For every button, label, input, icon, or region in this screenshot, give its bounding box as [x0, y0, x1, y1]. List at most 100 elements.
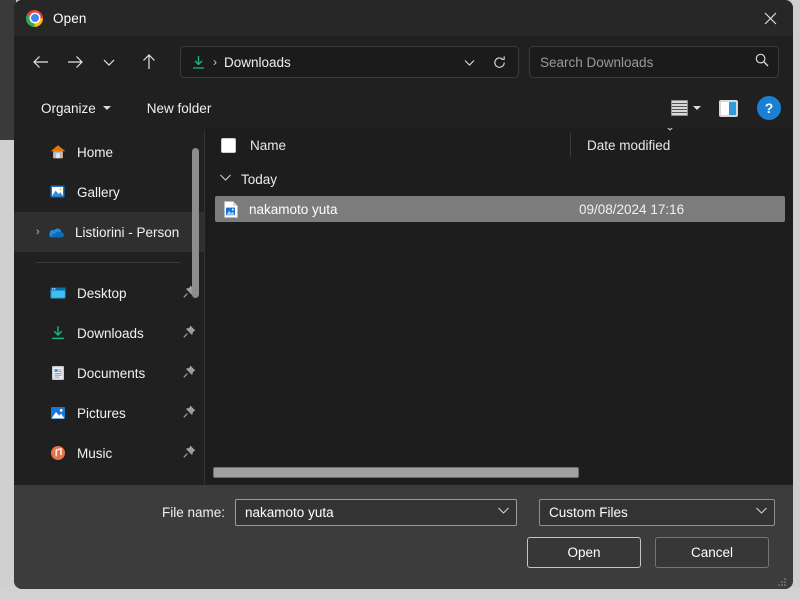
sidebar-item-label: Desktop: [77, 285, 127, 301]
organize-label: Organize: [41, 100, 96, 116]
file-name-label: File name:: [162, 504, 226, 520]
search-box[interactable]: Search Downloads: [529, 46, 779, 78]
help-icon: ?: [764, 100, 774, 116]
open-file-dialog: Open › Downloads Search Downloads Organi…: [14, 0, 793, 589]
chevron-down-icon[interactable]: [497, 506, 510, 518]
preview-pane-icon: [719, 99, 738, 117]
pin-icon[interactable]: [182, 365, 196, 382]
sidebar-item-desktop[interactable]: Desktop: [14, 273, 204, 313]
sidebar-item-documents[interactable]: Documents: [14, 353, 204, 393]
sidebar-item-label: Music: [77, 445, 113, 461]
view-options-button[interactable]: [664, 95, 708, 121]
pin-icon[interactable]: [182, 445, 196, 462]
cancel-button-label: Cancel: [690, 545, 734, 560]
sidebar-item-label: Home: [77, 144, 114, 160]
cancel-button[interactable]: Cancel: [655, 537, 769, 568]
image-file-icon: [223, 200, 239, 218]
close-icon: [764, 12, 776, 24]
address-dropdown-button[interactable]: [454, 48, 484, 76]
preview-pane-button[interactable]: [710, 95, 747, 122]
help-button[interactable]: ?: [757, 96, 781, 120]
file-name-cell: nakamoto yuta: [249, 201, 338, 217]
breadcrumb-separator: ›: [213, 55, 217, 69]
desktop-icon: [48, 284, 67, 303]
sidebar-item-label: Gallery: [77, 184, 120, 200]
chevron-right-icon[interactable]: ›: [36, 226, 40, 238]
pictures-icon: [48, 404, 67, 423]
refresh-button[interactable]: [484, 48, 514, 76]
caret-down-icon: [102, 106, 111, 110]
address-bar[interactable]: › Downloads: [180, 46, 519, 78]
sidebar-item-label: Listiorini - Person: [75, 224, 180, 240]
list-view-icon: [671, 100, 688, 116]
close-button[interactable]: [747, 0, 793, 36]
group-header-today[interactable]: Today: [205, 162, 793, 196]
navigation-bar: › Downloads Search Downloads: [14, 36, 793, 88]
new-folder-button[interactable]: New folder: [138, 96, 221, 121]
column-name-label: Name: [250, 137, 287, 153]
column-date-label: Date modified: [587, 137, 671, 153]
organize-button[interactable]: Organize: [32, 96, 120, 121]
backdrop-right: [792, 0, 800, 599]
recent-locations-button[interactable]: [92, 46, 126, 78]
sort-ascending-icon: [663, 128, 677, 135]
up-button[interactable]: [132, 46, 166, 78]
downloads-arrow-icon: [190, 54, 206, 70]
sidebar-item-pictures[interactable]: Pictures: [14, 393, 204, 433]
arrow-left-icon: [33, 56, 48, 68]
arrow-right-icon: [68, 56, 83, 68]
chevron-down-icon: [464, 59, 474, 66]
column-headers: Name Date modified: [205, 128, 793, 162]
forward-button[interactable]: [58, 46, 92, 78]
group-label: Today: [241, 171, 278, 187]
chevron-down-icon[interactable]: [755, 506, 768, 518]
documents-icon: [48, 364, 67, 383]
pin-icon[interactable]: [182, 325, 196, 342]
command-toolbar: Organize New folder ?: [14, 88, 793, 128]
music-icon: [48, 444, 67, 463]
pin-icon[interactable]: [182, 405, 196, 422]
arrow-up-icon: [143, 54, 155, 69]
sidebar-item-label: Documents: [77, 365, 146, 381]
window-title: Open: [53, 10, 87, 26]
sidebar-item-gallery[interactable]: Gallery: [14, 172, 204, 212]
downloads-icon: [48, 324, 67, 343]
horizontal-scrollbar-thumb[interactable]: [213, 467, 579, 478]
sidebar-item-downloads[interactable]: Downloads: [14, 313, 204, 353]
chevron-down-icon[interactable]: [219, 173, 232, 185]
horizontal-scrollbar[interactable]: [213, 467, 785, 478]
sidebar-item-music[interactable]: Music: [14, 433, 204, 473]
sidebar-item-label: Pictures: [77, 405, 126, 421]
file-list-pane: Name Date modified Today nakamoto yuta 0…: [205, 128, 793, 484]
new-folder-label: New folder: [146, 100, 212, 116]
column-header-name[interactable]: Name: [205, 137, 570, 153]
chrome-logo-icon: [26, 9, 43, 27]
file-name-row: File name: nakamoto yuta Custom Files: [14, 485, 793, 529]
dialog-body: Home Gallery › Listiorini - Person Deskt…: [14, 128, 793, 484]
title-bar: Open: [14, 0, 793, 36]
resize-grip[interactable]: [777, 574, 787, 586]
gallery-icon: [48, 183, 67, 202]
footer-buttons: Open Cancel: [14, 537, 793, 568]
back-button[interactable]: [24, 46, 58, 78]
column-header-date-modified[interactable]: Date modified: [570, 128, 673, 157]
open-button[interactable]: Open: [527, 537, 641, 568]
sidebar-divider: [36, 262, 180, 263]
caret-down-icon: [693, 106, 701, 110]
sidebar-item-label: Downloads: [77, 325, 144, 341]
select-all-checkbox[interactable]: [221, 137, 236, 153]
sidebar-item-onedrive[interactable]: › Listiorini - Person: [14, 212, 204, 252]
refresh-icon: [493, 55, 505, 68]
search-input[interactable]: Search Downloads: [540, 55, 754, 70]
sidebar-item-home[interactable]: Home: [14, 132, 204, 172]
file-type-filter-dropdown[interactable]: Custom Files: [539, 498, 776, 526]
table-row[interactable]: nakamoto yuta 09/08/2024 17:16: [215, 196, 785, 222]
dialog-footer: File name: nakamoto yuta Custom Files Op…: [14, 485, 793, 589]
breadcrumb-downloads[interactable]: Downloads: [224, 55, 454, 70]
file-name-input[interactable]: nakamoto yuta: [235, 498, 518, 526]
file-date-cell: 09/08/2024 17:16: [579, 201, 685, 217]
file-type-filter-value: Custom Files: [549, 504, 628, 520]
search-icon: [754, 52, 770, 73]
onedrive-icon: [46, 223, 65, 242]
sidebar-scrollbar[interactable]: [192, 148, 199, 298]
